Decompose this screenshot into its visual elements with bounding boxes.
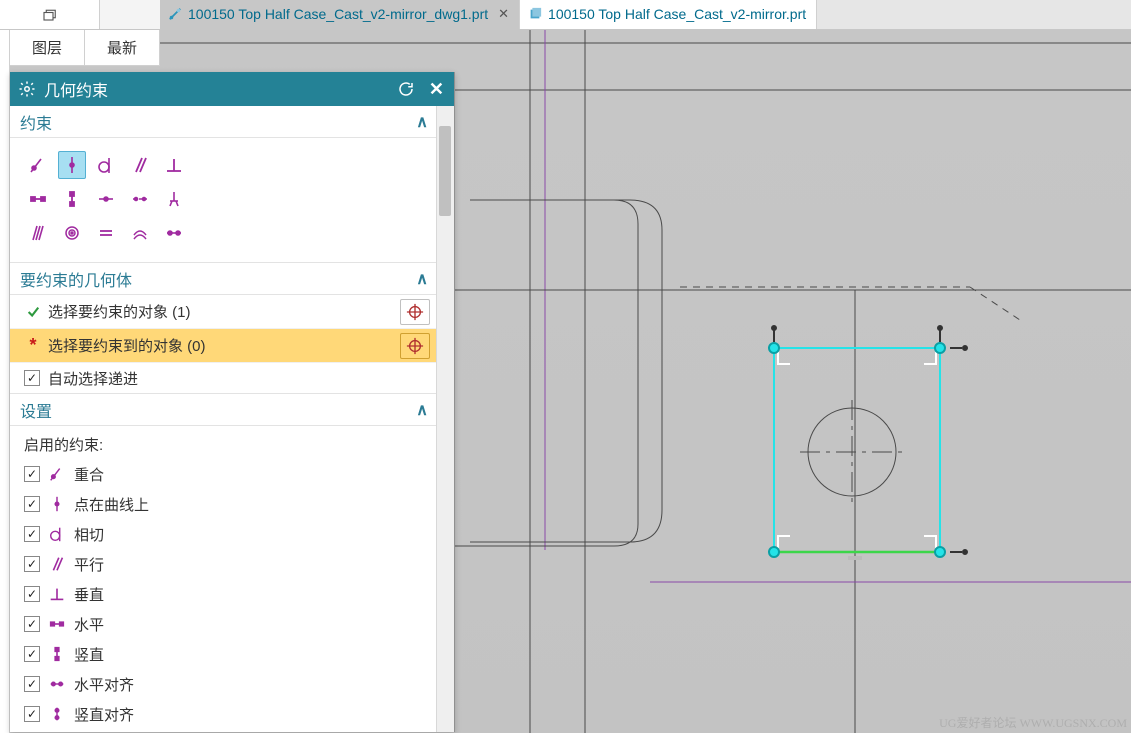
checkbox-icon[interactable]: ✓: [24, 646, 40, 662]
tab-label: 100150 Top Half Case_Cast_v2-mirror_dwg1…: [188, 6, 488, 22]
select-to-object-row[interactable]: * 选择要约束到的对象 (0): [10, 329, 436, 363]
checkbox-icon[interactable]: ✓: [24, 526, 40, 542]
check-icon: [24, 303, 42, 321]
tab-bar: 100150 Top Half Case_Cast_v2-mirror_dwg1…: [0, 0, 1131, 30]
setting-label: 相切: [74, 524, 104, 545]
enabled-constraints-label: 启用的约束:: [10, 426, 436, 459]
checkbox-icon[interactable]: ✓: [24, 496, 40, 512]
required-icon: *: [24, 337, 42, 355]
perpendicular-icon: [48, 585, 66, 603]
constraint-tool-ptcurve[interactable]: [58, 151, 86, 179]
drawing-file-icon: [168, 7, 182, 21]
constraint-tool-fixed[interactable]: [160, 185, 188, 213]
section-constraint[interactable]: 约束 ∧: [10, 106, 436, 138]
tangent-icon: [48, 525, 66, 543]
constraint-tool-midpt[interactable]: [92, 185, 120, 213]
setting-label: 重合: [74, 464, 104, 485]
ribbon-layers[interactable]: 图层: [10, 30, 85, 65]
constraint-tool-parallel[interactable]: [126, 151, 154, 179]
point_on_curve-icon: [48, 495, 66, 513]
checkbox-icon[interactable]: ✓: [24, 466, 40, 482]
constraint-tool-vert[interactable]: [58, 185, 86, 213]
setting-label: 点在曲线上: [74, 494, 149, 515]
constraint-tool-equal[interactable]: [92, 219, 120, 247]
gear-icon: [18, 80, 36, 98]
chevron-up-icon: ∧: [416, 400, 426, 420]
dialog-title: 几何约束: [44, 77, 397, 101]
pick-target-icon[interactable]: [400, 299, 430, 325]
setting-vertical[interactable]: ✓ 竖直: [10, 639, 436, 669]
setting-coincident[interactable]: ✓ 重合: [10, 459, 436, 489]
constraint-toolgrid: [10, 138, 436, 263]
setting-point_on_curve[interactable]: ✓ 点在曲线上: [10, 489, 436, 519]
reset-icon[interactable]: [397, 80, 415, 98]
vert_align-icon: [48, 705, 66, 723]
chevron-up-icon: ∧: [416, 269, 426, 289]
watermark: UG爱好者论坛 WWW.UGSNX.COM: [939, 714, 1127, 731]
constraint-tool-horiz[interactable]: [24, 185, 52, 213]
constraint-tool-concen[interactable]: [58, 219, 86, 247]
tab-inactive[interactable]: 100150 Top Half Case_Cast_v2-mirror.prt: [519, 0, 817, 29]
horizontal-icon: [48, 615, 66, 633]
dialog-titlebar[interactable]: 几何约束 ✕: [10, 72, 454, 106]
vertical-icon: [48, 645, 66, 663]
scrollbar[interactable]: [436, 106, 454, 732]
coincident-icon: [48, 465, 66, 483]
tab-gap: [100, 0, 160, 29]
setting-horizontal[interactable]: ✓ 水平: [10, 609, 436, 639]
setting-tangent[interactable]: ✓ 相切: [10, 519, 436, 549]
part-file-icon: [528, 7, 542, 21]
setting-horiz_align[interactable]: ✓ 水平对齐: [10, 669, 436, 699]
ribbon-row: 图层 最新: [10, 30, 160, 66]
window-restore-icon[interactable]: [0, 0, 100, 29]
setting-label: 平行: [74, 554, 104, 575]
section-settings[interactable]: 设置 ∧: [10, 394, 436, 426]
checkbox-icon[interactable]: ✓: [24, 586, 40, 602]
setting-label: 水平: [74, 614, 104, 635]
constraint-tool-eqrad[interactable]: [126, 219, 154, 247]
checkbox-icon[interactable]: ✓: [24, 616, 40, 632]
checkbox-icon[interactable]: ✓: [24, 556, 40, 572]
constraint-tool-coinc[interactable]: [24, 151, 52, 179]
auto-select-row[interactable]: ✓ 自动选择递进: [10, 363, 436, 393]
setting-label: 竖直: [74, 644, 104, 665]
horiz_align-icon: [48, 675, 66, 693]
tab-active[interactable]: 100150 Top Half Case_Cast_v2-mirror_dwg1…: [160, 0, 519, 29]
constraint-tool-collin[interactable]: [126, 185, 154, 213]
constraint-dialog: 几何约束 ✕ 约束 ∧ 要约束的几何体 ∧ 选择要约束的对象: [10, 72, 455, 732]
select-object-row[interactable]: 选择要约束的对象 (1): [10, 295, 436, 329]
constraint-tool-halign[interactable]: [160, 219, 188, 247]
constraint-tool-tangent[interactable]: [92, 151, 120, 179]
setting-label: 水平对齐: [74, 674, 134, 695]
checkbox-icon[interactable]: ✓: [24, 706, 40, 722]
chevron-up-icon: ∧: [416, 112, 426, 132]
constraint-tool-perp[interactable]: [160, 151, 188, 179]
scrollbar-thumb[interactable]: [439, 126, 451, 216]
section-target-geom[interactable]: 要约束的几何体 ∧: [10, 263, 436, 295]
pick-target-icon[interactable]: [400, 333, 430, 359]
checkbox-icon[interactable]: ✓: [24, 676, 40, 692]
tab-label: 100150 Top Half Case_Cast_v2-mirror.prt: [548, 6, 806, 22]
checkbox-icon[interactable]: ✓: [24, 370, 40, 386]
setting-vert_align[interactable]: ✓ 竖直对齐: [10, 699, 436, 729]
left-strip: [0, 0, 10, 733]
parallel-icon: [48, 555, 66, 573]
close-icon[interactable]: ✕: [429, 79, 444, 100]
constraint-tool-par3[interactable]: [24, 219, 52, 247]
setting-parallel[interactable]: ✓ 平行: [10, 549, 436, 579]
setting-label: 竖直对齐: [74, 704, 134, 725]
setting-label: 垂直: [74, 584, 104, 605]
ribbon-latest[interactable]: 最新: [85, 30, 160, 65]
close-icon[interactable]: ✕: [494, 6, 509, 22]
setting-perpendicular[interactable]: ✓ 垂直: [10, 579, 436, 609]
